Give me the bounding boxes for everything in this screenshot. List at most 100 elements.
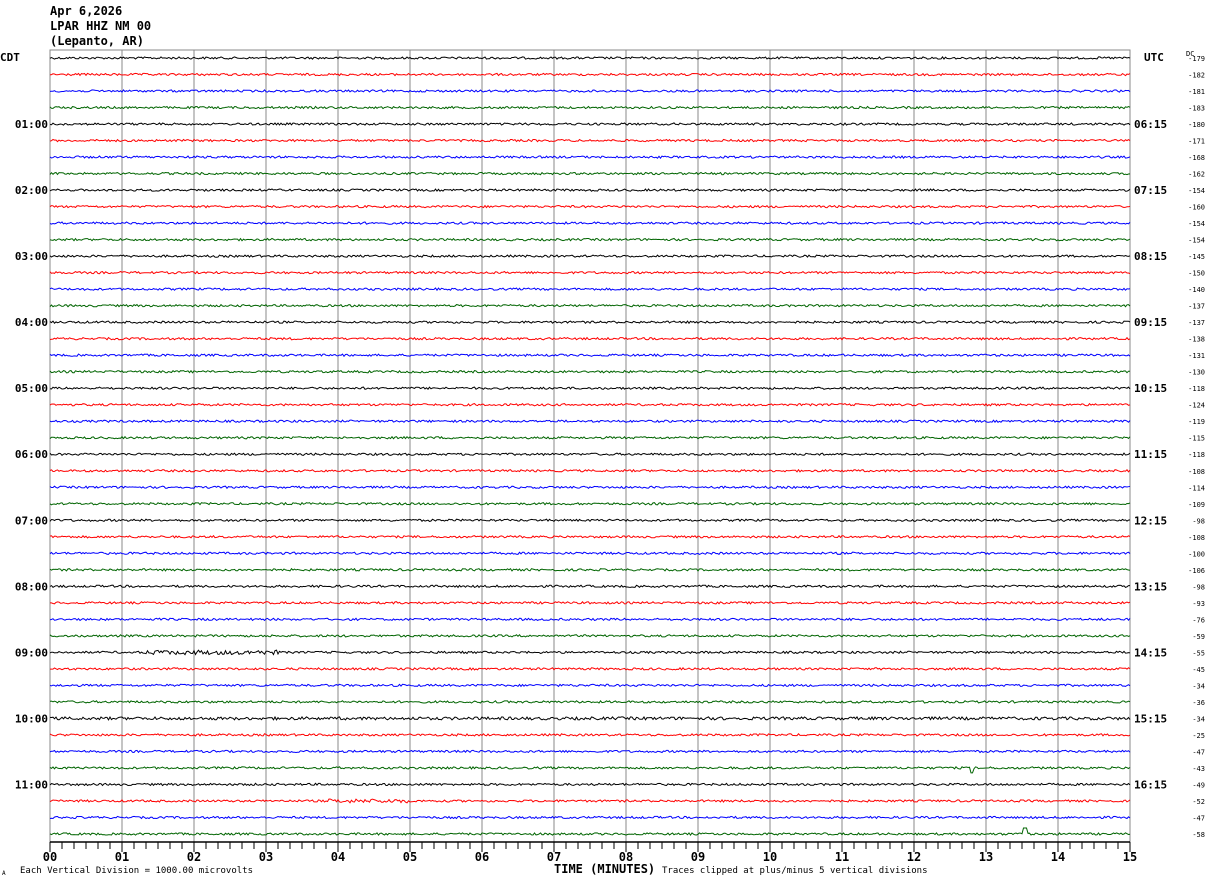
dc-offset-label: -182 bbox=[1188, 72, 1205, 80]
right-hour-label: 16:15 bbox=[1134, 778, 1167, 791]
seismic-trace bbox=[49, 419, 1131, 424]
right-hour-label: 12:15 bbox=[1134, 514, 1167, 527]
x-tick-label: 04 bbox=[331, 850, 345, 864]
right-axis-label: UTC bbox=[1144, 51, 1164, 64]
dc-offset-label: -34 bbox=[1192, 682, 1205, 690]
dc-offset-label: -131 bbox=[1188, 352, 1205, 360]
seismic-trace bbox=[50, 666, 1131, 671]
left-hour-label: 06:00 bbox=[15, 448, 48, 461]
dc-offset-label: -137 bbox=[1188, 303, 1205, 311]
left-hour-label: 04:00 bbox=[15, 316, 48, 329]
dc-offset-label: -47 bbox=[1192, 748, 1205, 756]
seismic-trace bbox=[49, 798, 1131, 804]
dc-offset-label: -162 bbox=[1188, 171, 1205, 179]
seismic-trace bbox=[49, 138, 1131, 143]
left-hour-label: 11:00 bbox=[15, 778, 48, 791]
dc-offset-label: -183 bbox=[1188, 105, 1205, 113]
scale-note: Each Vertical Division = 1000.00 microvo… bbox=[20, 866, 253, 876]
dc-offset-label: -47 bbox=[1192, 814, 1205, 822]
seismic-trace bbox=[49, 634, 1131, 638]
dc-offset-label: -118 bbox=[1188, 385, 1205, 393]
left-hour-label: 09:00 bbox=[15, 646, 48, 659]
dc-offset-label: -154 bbox=[1188, 237, 1205, 245]
dc-offset-label: -76 bbox=[1192, 616, 1205, 624]
x-tick-label: 02 bbox=[187, 850, 201, 864]
right-hour-label: 09:15 bbox=[1134, 316, 1167, 329]
dc-offset-label: -58 bbox=[1192, 831, 1205, 839]
seismic-trace bbox=[49, 237, 1131, 242]
x-tick-label: 11 bbox=[835, 850, 849, 864]
clip-note: Traces clipped at plus/minus 5 vertical … bbox=[662, 866, 928, 876]
seismic-trace bbox=[50, 600, 1131, 605]
seismic-trace bbox=[49, 386, 1131, 391]
seismic-trace bbox=[49, 122, 1131, 126]
dc-offset-label: -45 bbox=[1192, 666, 1205, 674]
left-hour-label: 10:00 bbox=[15, 712, 48, 725]
dc-offset-label: -154 bbox=[1188, 220, 1205, 228]
dc-offset-label: -55 bbox=[1192, 649, 1205, 657]
left-hour-label: 01:00 bbox=[15, 118, 48, 131]
left-hour-label: 07:00 bbox=[15, 514, 48, 527]
right-hour-label: 14:15 bbox=[1134, 646, 1167, 659]
seismic-trace bbox=[49, 732, 1131, 737]
dc-offset-label: -109 bbox=[1188, 501, 1205, 509]
dc-offset-label: -168 bbox=[1188, 154, 1205, 162]
seismic-trace bbox=[49, 468, 1131, 473]
seismic-trace bbox=[49, 683, 1131, 688]
corner-mark: A bbox=[2, 870, 6, 877]
seismic-trace bbox=[49, 435, 1131, 440]
seismic-trace bbox=[49, 501, 1131, 506]
seismic-trace bbox=[49, 254, 1131, 258]
dc-offset-label: -93 bbox=[1192, 600, 1205, 608]
right-hour-label: 06:15 bbox=[1134, 118, 1167, 131]
dc-offset-label: -119 bbox=[1188, 418, 1205, 426]
seismic-trace bbox=[49, 551, 1131, 556]
seismic-trace bbox=[49, 584, 1130, 589]
right-hour-label: 11:15 bbox=[1134, 448, 1167, 461]
dc-offset-label: -179 bbox=[1188, 55, 1205, 63]
seismic-trace bbox=[49, 303, 1131, 308]
helicorder-plot: 00 01 02 03 04 05 06 07 08 09 10 11 12 13 14 15CDT UTC DC… bbox=[0, 49, 1205, 864]
dc-offset-label: -180 bbox=[1188, 121, 1205, 129]
seismic-trace bbox=[49, 320, 1131, 325]
seismic-trace bbox=[49, 89, 1131, 93]
x-tick-label: 09 bbox=[691, 850, 705, 864]
dc-offset-label: -100 bbox=[1188, 550, 1205, 558]
x-axis-title: TIME (MINUTES) bbox=[554, 862, 656, 876]
seismic-trace bbox=[49, 649, 1131, 656]
dc-offset-label: -160 bbox=[1188, 204, 1205, 212]
left-axis-label: CDT bbox=[0, 51, 20, 64]
x-tick-label: 14 bbox=[1051, 850, 1065, 864]
seismic-trace bbox=[49, 827, 1131, 836]
right-hour-label: 13:15 bbox=[1134, 580, 1167, 593]
dc-offset-label: -59 bbox=[1192, 633, 1205, 641]
dc-offset-label: -108 bbox=[1188, 534, 1205, 542]
seismic-trace bbox=[49, 485, 1131, 490]
dc-offset-label: -34 bbox=[1192, 715, 1205, 723]
seismic-trace bbox=[49, 567, 1131, 572]
dc-offset-label: -108 bbox=[1188, 468, 1205, 476]
seismic-trace bbox=[49, 204, 1131, 209]
dc-offset-label: -49 bbox=[1192, 781, 1205, 789]
x-tick-label: 15 bbox=[1123, 850, 1137, 864]
x-tick-label: 10 bbox=[763, 850, 777, 864]
dc-offset-label: -145 bbox=[1188, 253, 1205, 261]
seismic-trace bbox=[49, 765, 1131, 774]
seismic-trace bbox=[49, 72, 1131, 77]
seismic-trace bbox=[49, 270, 1131, 275]
left-hour-label: 05:00 bbox=[15, 382, 48, 395]
seismic-trace bbox=[49, 336, 1131, 341]
seismic-trace bbox=[49, 188, 1131, 192]
seismic-trace bbox=[49, 699, 1131, 704]
seismic-trace bbox=[49, 105, 1131, 110]
dc-offset-label: -106 bbox=[1188, 567, 1205, 575]
seismic-trace bbox=[49, 534, 1131, 539]
x-tick-label: 05 bbox=[403, 850, 417, 864]
right-hour-label: 07:15 bbox=[1134, 184, 1167, 197]
seismic-trace bbox=[49, 353, 1131, 358]
right-hour-label: 10:15 bbox=[1134, 382, 1167, 395]
left-hour-label: 03:00 bbox=[15, 250, 48, 263]
seismic-trace bbox=[49, 782, 1131, 787]
x-tick-label: 13 bbox=[979, 850, 993, 864]
seismic-trace bbox=[49, 221, 1131, 225]
